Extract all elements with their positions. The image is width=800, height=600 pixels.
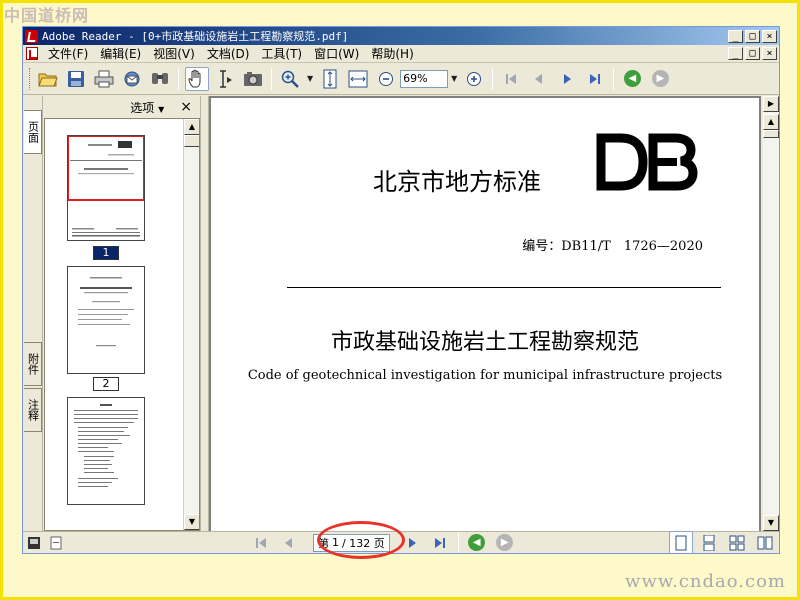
- doc-minimize-button[interactable]: _: [728, 47, 743, 60]
- status-back-icon[interactable]: ◀: [465, 531, 489, 554]
- thumbnail-label-1[interactable]: 1: [93, 246, 119, 260]
- fit-page-icon[interactable]: [318, 67, 342, 91]
- scroll-up-icon[interactable]: ▲: [184, 119, 199, 135]
- fit-width-icon[interactable]: [346, 67, 370, 91]
- page-total: / 132 页: [342, 536, 385, 550]
- toolbar: ▼ ▼ ◀ ▶: [23, 63, 779, 95]
- menu-document[interactable]: 文档(D): [201, 45, 256, 62]
- zoom-in-tool-icon[interactable]: [278, 67, 302, 91]
- doc-close-button[interactable]: ×: [762, 47, 777, 60]
- page-thumbnail-2[interactable]: [67, 266, 145, 374]
- status-first-page-icon[interactable]: [249, 531, 273, 554]
- prev-page-icon[interactable]: [527, 67, 551, 91]
- close-button[interactable]: ×: [762, 29, 777, 43]
- doc-scroll-down-icon[interactable]: ▼: [763, 515, 779, 531]
- doc-restore-button[interactable]: □: [745, 47, 760, 60]
- pages-panel: 选项 ▼ × 1 2 ▲ ▼: [44, 96, 200, 531]
- thumbnail-scrollbar[interactable]: ▲ ▼: [183, 119, 199, 530]
- email-icon[interactable]: [120, 67, 144, 91]
- last-page-icon[interactable]: [583, 67, 607, 91]
- tab-attachments[interactable]: 附件: [24, 342, 42, 386]
- status-last-page-icon[interactable]: [428, 531, 452, 554]
- navigation-tabs: 页面 附件 注释: [23, 96, 43, 531]
- page-thumbnail-1[interactable]: [67, 135, 145, 241]
- title-rule: [287, 287, 721, 288]
- first-page-icon[interactable]: [499, 67, 523, 91]
- menu-bar: 文件(F) 编辑(E) 视图(V) 文档(D) 工具(T) 窗口(W) 帮助(H…: [23, 45, 779, 63]
- menu-edit[interactable]: 编辑(E): [94, 45, 147, 62]
- panel-splitter[interactable]: [200, 96, 209, 531]
- db-logo: [596, 133, 698, 191]
- doc-scroll-up-icon[interactable]: ▲: [763, 114, 779, 130]
- document-icon[interactable]: [26, 47, 38, 60]
- watermark-top: 中国道桥网: [4, 6, 90, 25]
- window-title: Adobe Reader - [0+市政基础设施岩土工程勘察规范.pdf]: [42, 30, 349, 43]
- menu-tools[interactable]: 工具(T): [255, 45, 308, 62]
- menu-help[interactable]: 帮助(H): [365, 45, 419, 62]
- status-bar: 第 1 / 132 页 ◀ ▶: [23, 530, 779, 554]
- menu-window[interactable]: 窗口(W): [308, 45, 365, 62]
- page-thumbnail-3[interactable]: [67, 397, 145, 505]
- title-chinese: 市政基础设施岩土工程勘察规范: [330, 330, 639, 355]
- standard-number: 编号：DB11/T 1726—2020: [522, 239, 703, 254]
- zoom-plus-icon[interactable]: [462, 67, 486, 91]
- thumbnail-label-2[interactable]: 2: [93, 377, 119, 391]
- title-english: Code of geotechnical investigation for m…: [247, 368, 723, 383]
- doc-scroll-thumb[interactable]: [763, 130, 779, 138]
- continuous-view-icon[interactable]: [697, 531, 721, 554]
- scroll-thumb[interactable]: [184, 135, 199, 147]
- zoom-dropdown-icon[interactable]: ▼: [451, 74, 457, 83]
- save-icon[interactable]: [64, 67, 88, 91]
- adobe-reader-icon: [25, 29, 38, 43]
- zoom-tool-dropdown-icon[interactable]: ▼: [307, 74, 313, 83]
- title-bar: Adobe Reader - [0+市政基础设施岩土工程勘察规范.pdf] _ …: [23, 27, 779, 45]
- doc-scroll-right-icon[interactable]: ▶: [763, 96, 779, 112]
- open-icon[interactable]: [36, 67, 60, 91]
- pdf-page: 北京市地方标准 编号：DB11/T 1726—2020 市政基础设施岩土工程勘察…: [211, 98, 759, 531]
- watermark-bottom: www.cndao.com: [625, 571, 786, 592]
- facing-view-icon[interactable]: [725, 531, 749, 554]
- reader-body: 页面 附件 注释 选项 ▼ × 1 2 ▲ ▼ 北京市地方标准 编号：DB11/…: [23, 96, 779, 531]
- back-icon[interactable]: ◀: [620, 67, 644, 91]
- forward-icon[interactable]: ▶: [648, 67, 672, 91]
- panel-header: 选项 ▼ ×: [44, 96, 200, 118]
- status-next-page-icon[interactable]: [400, 531, 424, 554]
- reader-window: Adobe Reader - [0+市政基础设施岩土工程勘察规范.pdf] _ …: [22, 26, 780, 554]
- tab-pages[interactable]: 页面: [24, 110, 42, 154]
- menu-file[interactable]: 文件(F): [42, 45, 94, 62]
- tab-comments[interactable]: 注释: [24, 388, 42, 432]
- current-page[interactable]: 1: [332, 536, 339, 549]
- print-icon[interactable]: [92, 67, 116, 91]
- search-icon[interactable]: [148, 67, 172, 91]
- page-number-box[interactable]: 第 1 / 132 页: [313, 533, 390, 552]
- continuous-facing-view-icon[interactable]: [753, 531, 777, 554]
- page-size-icon[interactable]: [25, 531, 43, 554]
- next-page-icon[interactable]: [555, 67, 579, 91]
- document-viewport: 北京市地方标准 编号：DB11/T 1726—2020 市政基础设施岩土工程勘察…: [209, 96, 761, 531]
- menu-view[interactable]: 视图(V): [147, 45, 201, 62]
- zoom-out-icon[interactable]: [374, 67, 398, 91]
- hand-tool-icon[interactable]: [185, 66, 209, 91]
- options-menu[interactable]: 选项 ▼: [130, 99, 164, 116]
- close-panel-icon[interactable]: ×: [180, 99, 192, 115]
- document-icon-small[interactable]: [47, 531, 65, 554]
- thumbnail-list: 1 2 ▲ ▼: [44, 118, 200, 531]
- standard-title: 北京市地方标准: [373, 168, 541, 196]
- single-page-view-icon[interactable]: [669, 530, 693, 553]
- document-scrollbar[interactable]: ▶ ▲ ▼: [763, 96, 779, 531]
- snapshot-icon[interactable]: [241, 67, 265, 91]
- scroll-down-icon[interactable]: ▼: [184, 514, 199, 530]
- restore-button[interactable]: □: [745, 29, 760, 43]
- select-text-icon[interactable]: [213, 67, 237, 91]
- status-prev-page-icon[interactable]: [277, 531, 301, 554]
- minimize-button[interactable]: _: [728, 29, 743, 43]
- page-prefix: 第: [318, 536, 329, 550]
- status-forward-icon[interactable]: ▶: [493, 531, 517, 554]
- zoom-input[interactable]: [400, 69, 449, 88]
